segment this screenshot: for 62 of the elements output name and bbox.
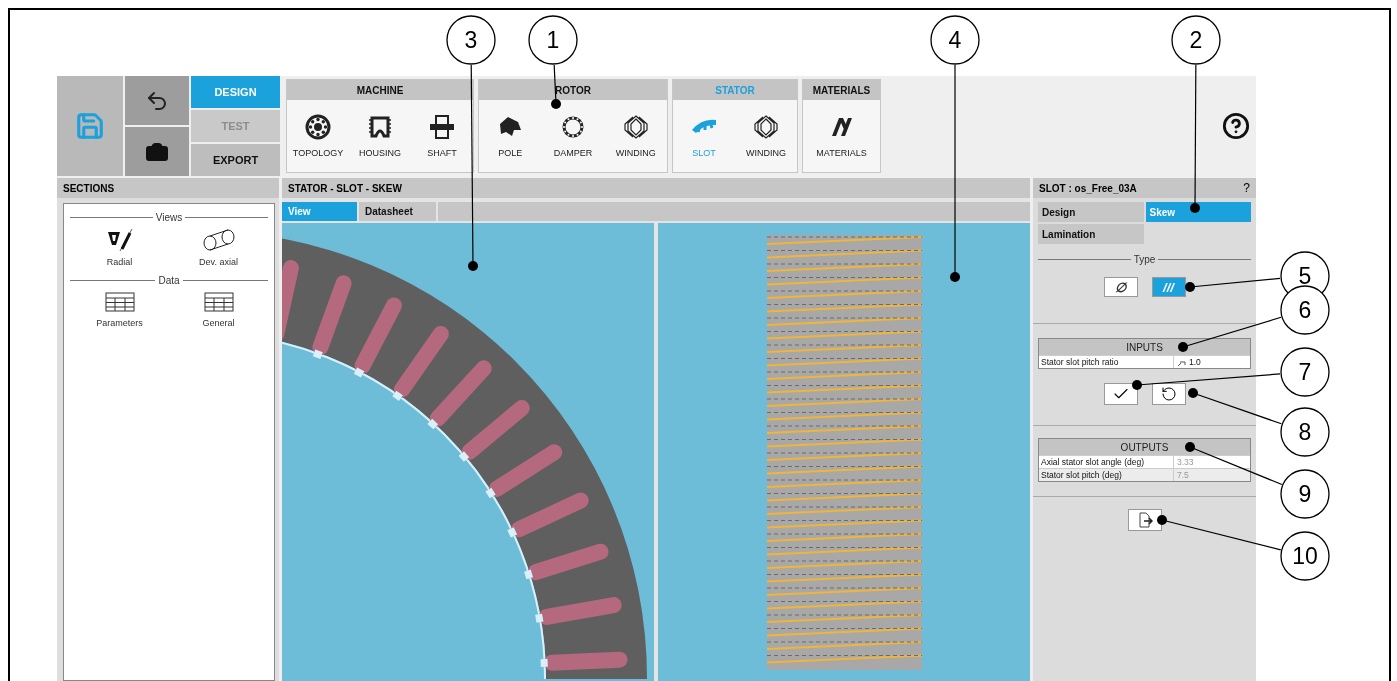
- section-item[interactable]: Dev. axial: [169, 227, 268, 269]
- cylinder-icon: [201, 229, 236, 251]
- table-cell: 7.5: [1173, 469, 1250, 481]
- winding-icon: [752, 114, 780, 140]
- help-link[interactable]: ?: [1243, 181, 1250, 195]
- group-title: MATERIALS: [803, 80, 880, 100]
- section-item[interactable]: Radial: [70, 227, 169, 269]
- undo-button[interactable]: [125, 76, 189, 125]
- table-icon: [203, 292, 234, 312]
- panel-title: STATOR - SLOT - SKEW: [282, 178, 1030, 198]
- radial-view-icon: [105, 229, 134, 251]
- wheel-icon: [304, 114, 332, 140]
- panel-title: SECTIONS: [57, 178, 279, 198]
- table-title: OUTPUTS: [1039, 439, 1250, 455]
- table-title: INPUTS: [1039, 339, 1250, 355]
- export-icon: [1136, 512, 1153, 528]
- reset-button[interactable]: [1151, 383, 1186, 405]
- reset-icon: [1160, 386, 1177, 402]
- table-cell-text: Stator slot pitch (deg): [1040, 469, 1123, 481]
- group-title: MACHINE: [287, 80, 473, 100]
- camera-button[interactable]: [125, 127, 189, 176]
- tool-button[interactable]: SHAFT: [411, 100, 473, 172]
- tool-button[interactable]: WINDING: [604, 100, 667, 172]
- group-label: Type: [1133, 254, 1156, 265]
- help-button[interactable]: [1222, 112, 1250, 140]
- export-button[interactable]: [1127, 509, 1162, 531]
- panel-title: SLOT : os_Free_03A: [1039, 182, 1137, 194]
- callout-number: 4: [930, 15, 980, 65]
- help-icon: [1222, 112, 1250, 140]
- callout-number: 8: [1280, 407, 1330, 457]
- group-label: Data: [158, 275, 180, 286]
- table-icon: [104, 292, 135, 312]
- group-title: STATOR: [673, 80, 797, 100]
- view-tab[interactable]: Datasheet: [359, 202, 436, 221]
- tool-button[interactable]: HOUSING: [349, 100, 411, 172]
- slot-tab[interactable]: Design: [1038, 202, 1144, 222]
- apply-button[interactable]: [1103, 383, 1138, 405]
- mode-tab[interactable]: EXPORT: [191, 144, 280, 176]
- winding-icon: [621, 114, 650, 140]
- tool-button[interactable]: MATERIALS: [803, 100, 880, 172]
- callout-number: 10: [1280, 531, 1330, 581]
- section-item[interactable]: General: [169, 290, 268, 330]
- group-label: Views: [155, 212, 183, 223]
- callout-number: 9: [1280, 469, 1330, 519]
- callout-number: 6: [1280, 285, 1330, 335]
- slot-tab[interactable]: Lamination: [1038, 224, 1144, 244]
- tool-button[interactable]: TOPOLOGY: [287, 100, 349, 172]
- shaft-icon: [428, 114, 456, 140]
- table-cell-text: Axial stator slot angle (deg): [1040, 456, 1145, 468]
- callout-number: 1: [528, 15, 578, 65]
- value-field[interactable]: 1.0: [1173, 356, 1250, 368]
- callout-number: 3: [446, 15, 496, 65]
- callout-number: 2: [1171, 15, 1221, 65]
- tool-button[interactable]: DAMPER: [541, 100, 605, 172]
- save-icon: [75, 111, 105, 141]
- section-item[interactable]: Parameters: [70, 290, 169, 330]
- housing-icon: [366, 114, 394, 140]
- tool-button[interactable]: POLE: [479, 100, 542, 172]
- table-cell-text: Stator slot pitch ratio: [1040, 356, 1120, 368]
- tool-button[interactable]: WINDING: [735, 100, 797, 172]
- callout-number: 7: [1280, 347, 1330, 397]
- type-option[interactable]: ∅: [1103, 277, 1138, 297]
